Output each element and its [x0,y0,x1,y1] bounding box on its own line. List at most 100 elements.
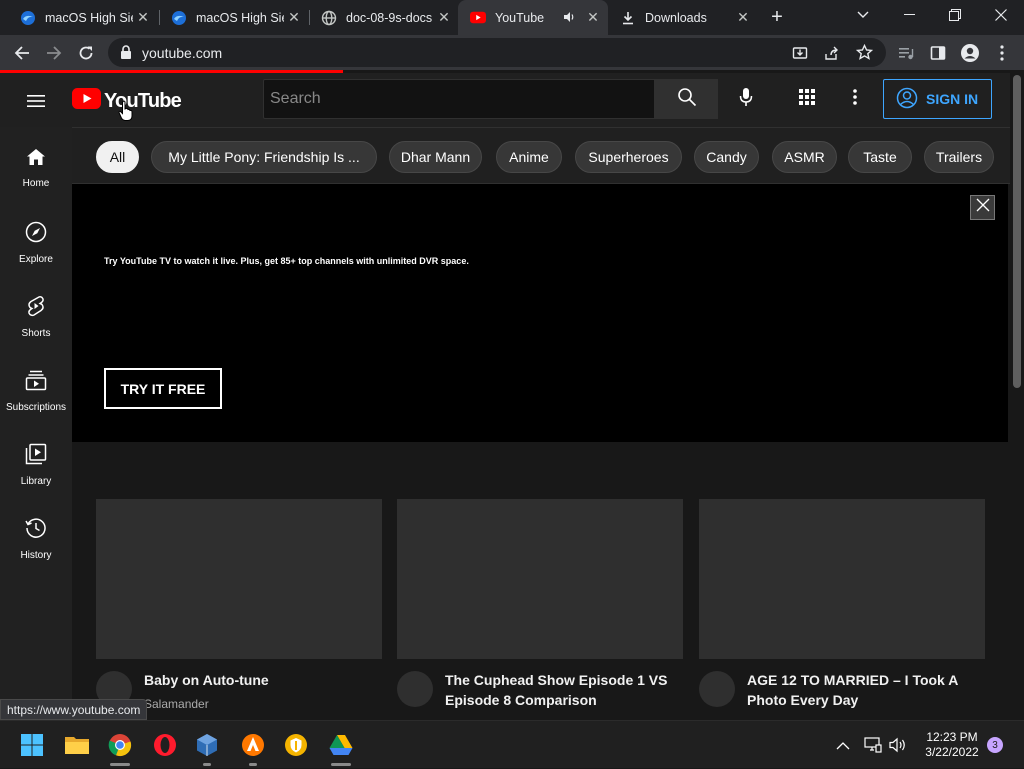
close-tab-icon[interactable]: ✕ [287,10,301,24]
tab-search-button[interactable] [840,0,886,30]
volume-icon[interactable] [889,721,907,769]
forward-button[interactable] [40,39,68,67]
chip-anime[interactable]: Anime [496,141,562,173]
reload-button[interactable] [72,39,100,67]
video-thumbnail[interactable] [397,499,683,659]
scrollbar-thumb[interactable] [1013,75,1021,388]
video-thumbnail[interactable] [699,499,985,659]
video-card[interactable]: The Cuphead Show Episode 1 VS Episode 8 … [397,499,683,708]
page-scrollbar[interactable] [1010,73,1024,720]
avast-icon[interactable] [237,729,269,766]
chrome-icon[interactable] [104,729,136,766]
minimize-button[interactable] [886,0,932,30]
sidebar-item-shorts[interactable]: Shorts [0,275,72,349]
shorts-icon [26,295,46,322]
file-explorer-icon[interactable] [61,729,93,761]
tab-macos-1[interactable]: macOS High Sie ✕ [8,0,158,35]
running-app-indicator [249,763,257,766]
sidebar-item-library[interactable]: Library [0,423,72,497]
sidebar-item-explore[interactable]: Explore [0,201,72,275]
audio-playing-icon[interactable] [562,10,576,27]
youtube-wordmark: YouTube [104,89,182,112]
sidebar-item-home[interactable]: Home [0,127,72,201]
virtualbox-icon[interactable] [191,729,223,766]
chip-superheroes[interactable]: Superheroes [575,141,682,173]
search-box[interactable] [263,79,655,119]
opera-icon[interactable] [149,729,181,761]
close-window-button[interactable] [978,0,1024,30]
media-control-icon[interactable] [892,39,920,67]
sidebar-item-label: Subscriptions [5,402,67,413]
search-icon [677,87,697,112]
notification-badge[interactable]: 3 [987,737,1003,753]
youtube-apps-button[interactable] [794,86,820,112]
tab-macos-2[interactable]: macOS High Sie ✕ [159,0,309,35]
install-app-icon[interactable] [792,45,808,66]
google-drive-icon[interactable] [325,729,357,766]
lock-icon[interactable] [120,45,132,64]
chip-all[interactable]: All [96,141,139,173]
windows-start-icon[interactable] [16,729,48,761]
menu-icon[interactable] [24,89,48,113]
channel-avatar[interactable] [397,671,433,707]
close-icon [976,198,990,217]
filter-chip-bar: All My Little Pony: Friendship Is ... Dh… [72,127,1010,184]
browser-menu-icon[interactable] [988,39,1016,67]
close-tab-icon[interactable]: ✕ [136,10,150,24]
sign-in-button[interactable]: SIGN IN [883,79,992,119]
search-button[interactable] [655,79,718,119]
clock-date: 3/22/2022 [925,745,979,759]
profile-avatar-icon[interactable] [956,39,984,67]
tab-youtube[interactable]: YouTube ✕ [458,0,608,35]
download-icon [620,10,636,26]
video-card[interactable]: Baby on Auto-tune Salamander [96,499,382,711]
guide-sidebar: Home Explore Shorts Subscriptions Librar… [0,127,72,720]
chip-dhar-mann[interactable]: Dhar Mann [389,141,482,173]
chip-my-little-pony[interactable]: My Little Pony: Friendship Is ... [151,141,377,173]
channel-avatar[interactable] [699,671,735,707]
youtube-icon [470,10,486,26]
back-button[interactable] [8,39,36,67]
close-tab-icon[interactable]: ✕ [437,10,451,24]
video-title[interactable]: AGE 12 TO MARRIED – I Took A Photo Every… [747,670,977,710]
edge-wave-icon [20,10,36,26]
library-icon [25,443,47,470]
close-tab-icon[interactable]: ✕ [586,10,600,24]
network-icon[interactable] [864,721,882,769]
tab-label: macOS High Sie [196,10,284,25]
tab-doc[interactable]: doc-08-9s-docs ✕ [309,0,459,35]
address-bar[interactable]: youtube.com [108,38,886,67]
youtube-tv-promo-banner: Try YouTube TV to watch it live. Plus, g… [72,184,1008,442]
microphone-icon [739,87,753,112]
restore-button[interactable] [932,0,978,30]
dismiss-banner-button[interactable] [970,195,995,220]
chip-trailers[interactable]: Trailers [924,141,994,173]
sidebar-item-history[interactable]: History [0,497,72,571]
chip-candy[interactable]: Candy [694,141,759,173]
chip-taste[interactable]: Taste [848,141,912,173]
search-input[interactable] [270,90,640,108]
voice-search-button[interactable] [730,83,762,115]
active-app-indicator [110,763,130,766]
bookmark-star-icon[interactable] [855,43,874,66]
settings-more-button[interactable] [842,86,868,112]
banner-text: Try YouTube TV to watch it live. Plus, g… [104,256,469,266]
share-icon[interactable] [824,45,840,66]
channel-name[interactable]: Salamander [144,697,209,711]
tab-downloads[interactable]: Downloads ✕ [608,0,758,35]
hand-cursor-icon [118,100,134,127]
video-card[interactable]: AGE 12 TO MARRIED – I Took A Photo Every… [699,499,985,708]
video-title[interactable]: The Cuphead Show Episode 1 VS Episode 8 … [445,670,675,710]
new-tab-button[interactable]: + [766,6,788,28]
close-tab-icon[interactable]: ✕ [736,10,750,24]
show-hidden-icons-button[interactable] [836,721,850,769]
try-it-free-button[interactable]: TRY IT FREE [104,368,222,409]
taskbar-clock[interactable]: 12:23 PM 3/22/2022 [920,730,984,760]
video-thumbnail[interactable] [96,499,382,659]
chip-asmr[interactable]: ASMR [772,141,837,173]
side-panel-icon[interactable] [924,39,952,67]
youtube-page: YouTube Search SIGN IN Home Explore Shor… [0,73,1024,720]
sidebar-item-subscriptions[interactable]: Subscriptions [0,349,72,423]
video-title[interactable]: Baby on Auto-tune [144,670,374,690]
vpn-shield-icon[interactable] [280,729,312,761]
